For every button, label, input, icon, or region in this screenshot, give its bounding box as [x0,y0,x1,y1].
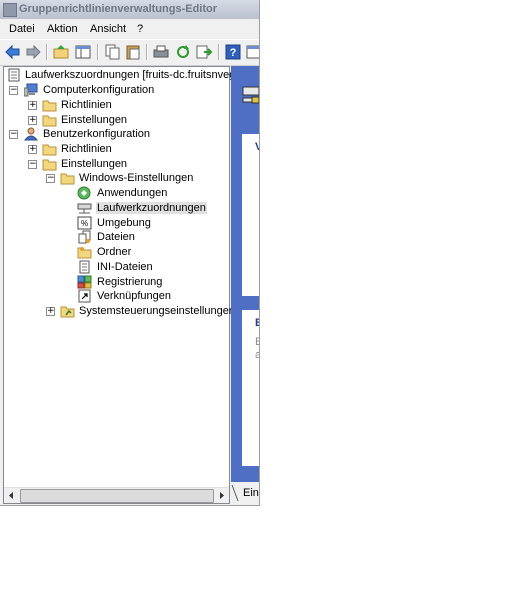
card-text: a [255,349,259,361]
tree-item-label: Richtlinien [61,143,112,155]
card-heading: B [255,317,259,329]
up-folder-icon[interactable] [52,43,70,61]
menu-ansicht[interactable]: Ansicht [90,23,126,35]
tab-edge [231,484,239,502]
card-heading: V [255,141,259,153]
tree-item-label: Laufwerkszuordnungen [fruits-dc.fruitsnv… [25,69,242,81]
tree-item-label: Einstellungen [61,114,128,126]
expand-toggle[interactable]: + [28,101,37,110]
print-icon[interactable] [152,43,170,61]
environment-icon: % [77,216,92,230]
tree-item-label: Einstellungen [61,158,128,170]
toolbar: ? [0,39,259,66]
collapse-toggle[interactable]: − [9,86,18,95]
tree-item-label: Registrierung [97,276,163,288]
show-hide-tree-icon[interactable] [74,43,92,61]
tree-item-label: Windows-Einstellungen [79,172,194,184]
collapse-toggle[interactable]: − [9,130,18,139]
info-card-top: V [242,134,259,296]
scroll-left-icon[interactable] [4,488,19,503]
app-icon [3,3,17,17]
details-pane: V B E a [231,66,259,482]
toolbar-separator [146,44,148,60]
info-card-bottom: B E a [242,310,259,466]
tree-item-label: Richtlinien [61,99,112,111]
tree-item-label-selected: Laufwerkzuordnungen [96,202,207,214]
scroll-right-icon[interactable] [214,488,229,503]
back-icon[interactable] [4,43,22,61]
expand-toggle[interactable]: + [28,116,37,125]
refresh-icon[interactable] [174,43,192,61]
folder-open-icon [42,159,57,171]
computer-icon [24,83,38,97]
ini-file-icon [79,260,90,274]
folder-open-icon [60,173,75,185]
folder-gear-icon [77,247,92,259]
tab-einstellungen[interactable]: Eins [243,487,259,499]
title-bar[interactable]: Gruppenrichtlinienverwaltungs-Editor [0,0,259,19]
registry-icon [77,275,92,289]
tree-item-label: INI-Dateien [97,261,153,273]
collapse-toggle[interactable]: − [46,174,55,183]
drive-map-large-icon [242,86,259,104]
toolbar-separator [97,44,99,60]
export-icon[interactable] [195,43,213,61]
menu-datei[interactable]: Datei [9,23,35,35]
tree-item-label: Benutzerkonfiguration [43,128,151,140]
horizontal-scrollbar[interactable] [4,487,229,503]
paste-icon[interactable] [124,43,142,61]
tree-item-label: Computerkonfiguration [43,84,155,96]
folder-icon [42,144,57,156]
tree-item-label: Ordner [97,246,132,258]
tree-item-label: Anwendungen [97,187,168,199]
expand-toggle[interactable]: + [28,145,37,154]
tree-item-label: Verknüpfungen [97,290,172,302]
expand-toggle[interactable]: + [46,307,55,316]
files-icon [78,230,91,244]
toolbar-separator [218,44,220,60]
tree-item-label: Umgebung [97,217,151,229]
drive-map-icon [77,203,92,214]
view-tabs: Eins [231,484,259,502]
user-icon [24,127,39,141]
console-tree[interactable]: Laufwerkszuordnungen [fruits-dc.fruitsnv… [3,66,241,504]
toolbar-separator [46,44,48,60]
svg-text:%: % [81,219,88,228]
forward-icon[interactable] [24,43,42,61]
folder-icon [42,115,57,127]
control-panel-folder-icon [60,306,75,318]
card-text: E [255,336,259,348]
tree-item-label: Systemsteuerungseinstellungen [79,305,235,317]
svg-text:?: ? [230,47,237,59]
help-icon[interactable]: ? [224,43,242,61]
window-title: Gruppenrichtlinienverwaltungs-Editor [19,3,218,15]
gpo-document-icon [8,68,20,82]
collapse-toggle[interactable]: − [28,160,37,169]
properties-icon[interactable] [245,43,260,61]
folder-icon [42,100,57,112]
shortcut-icon [78,289,91,303]
tree-item-label: Dateien [97,231,135,243]
application-icon [77,186,91,200]
scrollbar-thumb[interactable] [20,489,214,503]
menu-aktion[interactable]: Aktion [47,23,78,35]
copy-icon[interactable] [103,43,121,61]
app-window: Gruppenrichtlinienverwaltungs-Editor Dat… [0,0,260,506]
menu-help[interactable]: ? [137,23,143,35]
menu-bar: Datei Aktion Ansicht ? [0,19,259,39]
